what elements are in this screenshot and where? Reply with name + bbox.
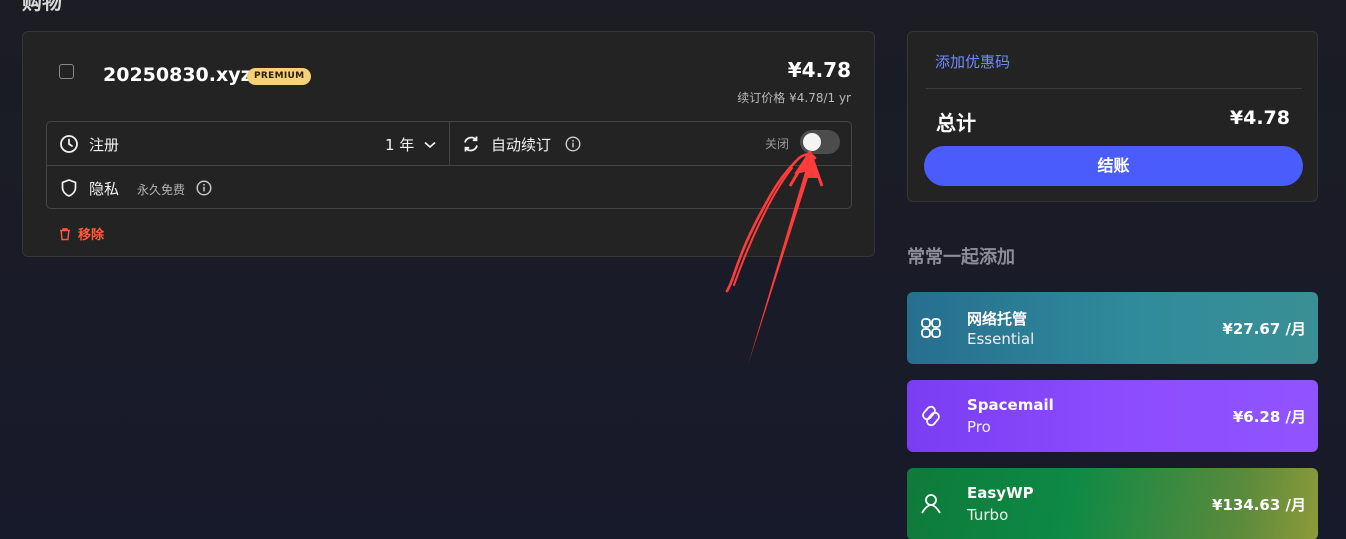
shield-icon [61,179,77,197]
addon-price: ¥6.28 /月 [1232,408,1306,426]
checkout-button[interactable]: 结账 [924,146,1303,186]
addon-name: EasyWP [967,484,1034,502]
remove-label: 移除 [78,228,105,243]
renewal-price: 续订价格 ¥4.78/1 yr [737,91,851,105]
refresh-icon [464,136,478,152]
chevron-down-icon [424,141,436,148]
cart-item-card: 20250830.xyz PREMIUM ¥4.78 续订价格 ¥4.78/1 … [22,31,875,257]
addon-price: ¥134.63 /月 [1211,496,1306,514]
page-heading: 购物 [22,0,62,14]
trash-icon [60,227,70,240]
addon-name: Spacemail [967,396,1054,414]
options-row-registration: 注册 1 年 自动续订 关闭 [47,122,851,166]
auto-renew-label: 自动续订 [491,136,552,154]
cart-item-checkbox[interactable] [59,64,74,79]
domain-name: 20250830.xyz [103,64,252,86]
register-label: 注册 [89,136,120,154]
item-price: ¥4.78 [787,58,851,82]
privacy-label: 隐私 [89,180,120,198]
addon-name: 网络托管 [967,310,1028,328]
term-select[interactable]: 1 年 [385,134,436,155]
info-icon[interactable] [196,180,212,196]
order-summary-card: 添加优惠码 总计 ¥4.78 结账 [907,31,1318,202]
remove-button[interactable]: 移除 [58,224,104,243]
premium-badge: PREMIUM [247,68,312,85]
mail-icon [922,405,940,427]
privacy-note: 永久免费 [137,183,186,197]
addon-card-easywp[interactable]: EasyWP Turbo ¥134.63 /月 [907,468,1318,539]
clock-icon [60,135,78,153]
options-divider [449,122,450,166]
addon-tier: Essential [967,330,1035,348]
summary-divider [926,88,1302,89]
total-label: 总计 [936,111,976,135]
often-added-title: 常常一起添加 [907,247,1015,268]
addon-price: ¥27.67 /月 [1222,320,1306,338]
auto-renew-toggle[interactable] [800,130,840,154]
addon-card-spacemail[interactable]: Spacemail Pro ¥6.28 /月 [907,380,1318,452]
term-value: 1 年 [385,136,415,154]
addon-tier: Turbo [967,506,1009,524]
auto-renew-state-label: 关闭 [765,137,790,151]
addon-tier: Pro [967,418,991,436]
total-value: ¥4.78 [1229,107,1290,129]
wordpress-icon [921,494,941,514]
hosting-icon [921,318,941,338]
add-coupon-link[interactable]: 添加优惠码 [935,51,1010,72]
checkout-page: 购物 20250830.xyz PREMIUM ¥4.78 续订价格 ¥4.78… [0,0,1346,539]
domain-options: 注册 1 年 自动续订 关闭 隐私 永久免费 [46,121,852,209]
toggle-knob [803,133,821,151]
info-icon[interactable] [565,136,581,152]
addon-card-hosting[interactable]: 网络托管 Essential ¥27.67 /月 [907,292,1318,364]
